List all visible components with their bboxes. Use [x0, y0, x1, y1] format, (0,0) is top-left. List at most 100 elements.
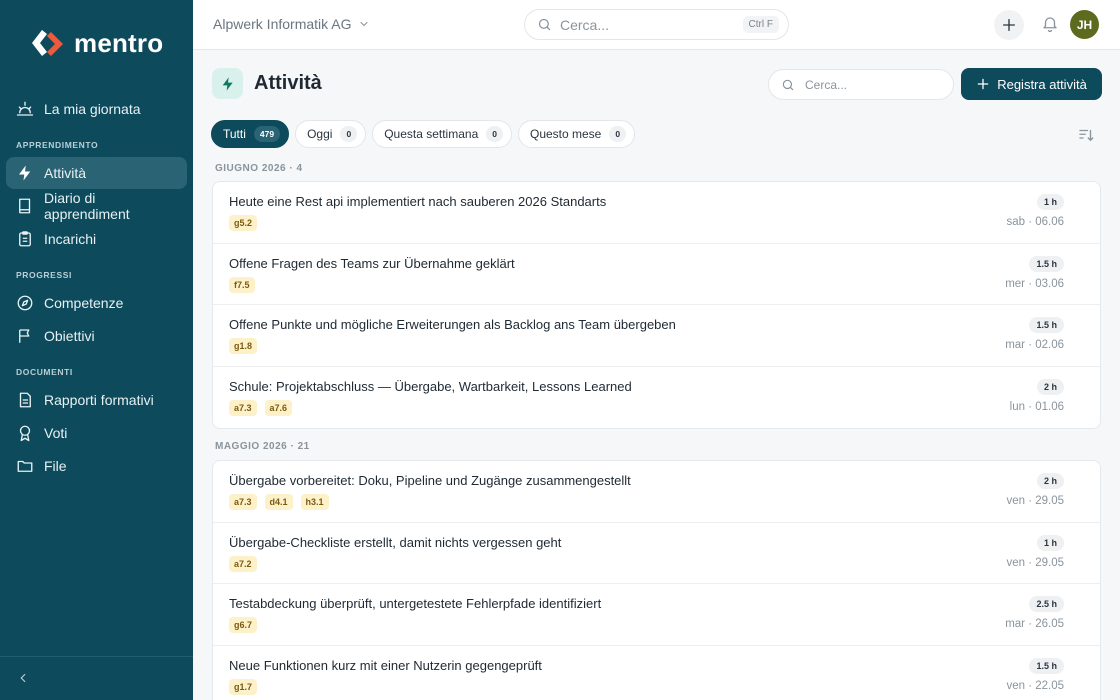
hours-badge: 2.5 h — [1029, 596, 1064, 612]
plus-icon — [1003, 19, 1015, 31]
register-activity-label: Registra attività — [997, 76, 1087, 92]
activity-title: Übergabe vorbereitet: Doku, Pipeline und… — [229, 473, 631, 488]
hours-badge: 1 h — [1036, 194, 1064, 210]
chevron-down-icon — [359, 21, 368, 27]
competency-tag: h3.1 — [300, 494, 329, 510]
tab-label: Oggi — [307, 127, 333, 141]
hours-badge: 1.5 h — [1029, 317, 1064, 333]
activity-row[interactable]: Übergabe vorbereitet: Doku, Pipeline und… — [213, 461, 1100, 523]
sidebar-item-voti[interactable]: Voti — [6, 417, 187, 449]
activity-date: mar · 26.05 — [1005, 618, 1064, 630]
activity-tags: a7.3 a7.6 — [229, 399, 293, 416]
activity-date: sab · 06.06 — [1006, 216, 1064, 228]
activity-title: Offene Punkte und mögliche Erweiterungen… — [229, 317, 676, 332]
sidebar-item-incarichi[interactable]: Incarichi — [6, 223, 187, 255]
group-label: GIUGNO 2026 · 4 — [215, 163, 303, 174]
register-activity-button[interactable]: Registra attività — [961, 68, 1102, 100]
sidebar-section-label: APPRENDIMENTO — [16, 140, 99, 150]
activity-search-input[interactable]: Cerca... — [768, 69, 954, 100]
quick-add-button[interactable] — [994, 10, 1024, 40]
sidebar-item-diario[interactable]: Diario di apprendiment — [6, 190, 187, 222]
top-bar: Alpwerk Informatik AG Cerca... Ctrl F JH — [193, 0, 1120, 50]
mentro-logo-icon — [30, 24, 68, 62]
compass-icon — [17, 295, 33, 311]
plus-icon — [977, 78, 989, 90]
tab-oggi[interactable]: Oggi 0 — [295, 120, 367, 148]
folder-icon — [17, 460, 33, 472]
activity-title: Testabdeckung überprüft, untergetestete … — [229, 596, 602, 611]
sidebar-item-label: La mia giornata — [44, 101, 141, 117]
clipboard-icon — [19, 231, 31, 247]
collapse-sidebar-icon[interactable] — [16, 671, 30, 685]
activity-list: Heute eine Rest api implementiert nach s… — [212, 181, 1101, 429]
sidebar-section-label: PROGRESSI — [16, 270, 72, 280]
sidebar-item-attivita[interactable]: Attività — [6, 157, 187, 189]
activity-row[interactable]: Schule: Projektabschluss — Übergabe, War… — [213, 367, 1100, 429]
activity-title: Offene Fragen des Teams zur Übernahme ge… — [229, 255, 515, 271]
activity-row[interactable]: Offene Fragen des Teams zur Übernahme ge… — [213, 244, 1100, 305]
competency-tag: g5.2 — [229, 215, 258, 231]
activity-date: ven · 22.05 — [1006, 679, 1064, 692]
org-switcher[interactable]: Alpwerk Informatik AG — [213, 16, 370, 32]
activity-row[interactable]: Übergabe-Checkliste erstellt, damit nich… — [213, 523, 1100, 584]
sidebar-item-label: Attività — [44, 165, 87, 181]
group-label: MAGGIO 2026 · 21 — [215, 441, 310, 452]
user-avatar[interactable]: JH — [1070, 10, 1099, 39]
tab-label: Tutti — [223, 127, 246, 141]
sidebar: mentro La mia giornata APPRENDIMENTO Att… — [0, 0, 193, 700]
global-search-input[interactable]: Cerca... Ctrl F — [524, 9, 789, 40]
sidebar-item-label: Incarichi — [44, 231, 97, 247]
flag-icon — [19, 329, 30, 343]
sidebar-item-label: Rapporti formativi — [44, 392, 154, 408]
competency-tag: a7.6 — [264, 399, 293, 416]
activity-row[interactable]: Heute eine Rest api implementiert nach s… — [213, 182, 1100, 244]
sidebar-item-la-mia-giornata[interactable]: La mia giornata — [6, 93, 187, 125]
activity-date: mer · 03.06 — [1005, 277, 1064, 290]
tab-count: 0 — [609, 126, 627, 142]
global-search-placeholder: Cerca... — [560, 16, 610, 33]
tab-count: 0 — [340, 126, 358, 142]
sidebar-item-rapporti-formativi[interactable]: Rapporti formativi — [6, 384, 187, 416]
activity-title: Übergabe-Checkliste erstellt, damit nich… — [229, 534, 562, 550]
search-icon — [538, 18, 551, 31]
bolt-icon — [19, 165, 31, 181]
activity-list: Übergabe vorbereitet: Doku, Pipeline und… — [212, 460, 1101, 700]
sidebar-item-label: File — [44, 458, 67, 474]
competency-tag: a7.2 — [229, 555, 257, 572]
search-icon — [782, 79, 794, 90]
activity-tags: a7.2 — [229, 555, 257, 572]
page-icon — [212, 68, 243, 99]
activity-tags: g1.7 — [229, 678, 258, 695]
notifications-bell-icon[interactable] — [1041, 15, 1059, 33]
competency-tag: g6.7 — [229, 617, 258, 633]
hours-badge: 1.5 h — [1029, 657, 1064, 674]
bolt-icon — [222, 76, 233, 91]
sidebar-item-label: Diario di apprendiment — [44, 190, 130, 222]
tab-questa-settimana[interactable]: Questa settimana 0 — [372, 120, 512, 148]
sort-icon[interactable] — [1077, 126, 1095, 144]
competency-tag: a7.3 — [229, 494, 257, 510]
activity-row[interactable]: Offene Punkte und mögliche Erweiterungen… — [213, 305, 1100, 367]
tab-tutti[interactable]: Tutti 479 — [211, 120, 290, 148]
activity-row[interactable]: Neue Funktionen kurz mit einer Nutzerin … — [213, 646, 1100, 700]
sidebar-nav: La mia giornata APPRENDIMENTO Attività D… — [0, 92, 193, 483]
activity-tags: g1.8 — [229, 338, 258, 354]
tab-count: 479 — [253, 126, 281, 142]
competency-tag: a7.3 — [229, 399, 257, 416]
hours-badge: 1.5 h — [1029, 255, 1064, 272]
brand-logo[interactable]: mentro — [30, 24, 163, 62]
activity-row[interactable]: Testabdeckung überprüft, untergetestete … — [213, 584, 1100, 646]
sidebar-item-label: Voti — [44, 425, 68, 441]
org-name: Alpwerk Informatik AG — [213, 16, 352, 32]
competency-tag: g1.7 — [229, 678, 258, 695]
sidebar-item-competenze[interactable]: Competenze — [6, 287, 187, 319]
activity-date: lun · 01.06 — [1009, 400, 1064, 413]
tab-label: Questo mese — [529, 127, 602, 141]
hours-badge: 2 h — [1036, 473, 1064, 489]
tab-count: 0 — [486, 126, 503, 142]
sidebar-item-obiettivi[interactable]: Obiettivi — [6, 320, 187, 352]
hours-badge: 1 h — [1036, 534, 1064, 551]
sidebar-footer — [0, 656, 193, 700]
sidebar-item-file[interactable]: File — [6, 450, 187, 482]
tab-questo-mese[interactable]: Questo mese 0 — [517, 120, 636, 148]
